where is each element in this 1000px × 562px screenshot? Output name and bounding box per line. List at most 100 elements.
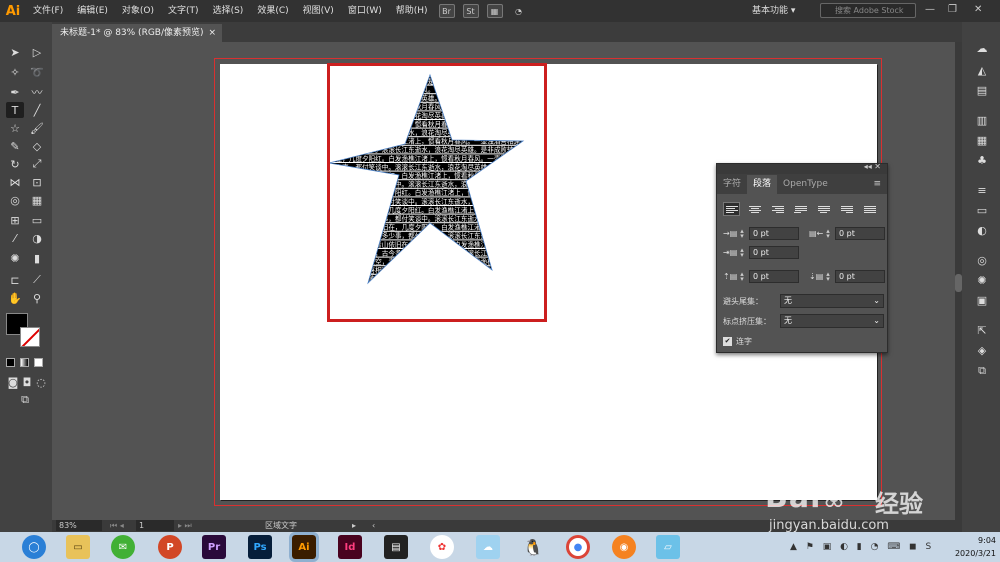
menu-effect[interactable]: 效果(C) (250, 0, 295, 22)
slice-tool-icon[interactable]: ⟋ (28, 272, 46, 288)
stroke-swatch[interactable] (20, 327, 40, 347)
hand-tool-icon[interactable]: ✋ (6, 290, 24, 306)
system-tray-icons[interactable]: ▲ ⚑ ▣ ◐ ▮ ◔ ⌨ ◼ S (790, 542, 934, 552)
screen-mode-icon[interactable]: ⧉ (16, 392, 34, 408)
browser-icon[interactable]: ◉ (612, 535, 636, 559)
type-tool-icon[interactable]: T (6, 102, 24, 118)
close-tab-icon[interactable]: × (208, 24, 216, 42)
eyedropper-tool-icon[interactable]: ⁄ (6, 230, 24, 246)
panel-menu-icon[interactable]: ≡ (867, 175, 887, 194)
powerpoint-icon[interactable]: P (158, 535, 182, 559)
document-tab[interactable]: 未标题-1* @ 83% (RGB/像素预览) × (52, 24, 222, 42)
paintbrush-tool-icon[interactable]: 🖌 (28, 120, 46, 136)
space-before-field[interactable]: 0 pt (749, 270, 799, 283)
eraser-tool-icon[interactable]: ◇ (28, 138, 46, 154)
shape-builder-tool-icon[interactable]: ◎ (6, 192, 24, 208)
arrange-documents-icon[interactable]: ▦ (486, 4, 503, 18)
mesh-tool-icon[interactable]: ⊞ (6, 212, 24, 228)
gradient-tool-icon[interactable]: ▭ (28, 212, 46, 228)
right-indent-spinner[interactable]: ▴ ▾ (824, 227, 832, 239)
justify-right-button[interactable] (838, 202, 855, 216)
align-left-button[interactable] (723, 202, 740, 216)
blend-tool-icon[interactable]: ◑ (28, 230, 46, 246)
chrome-icon[interactable]: ● (566, 535, 590, 559)
minimize-icon[interactable]: — (925, 4, 935, 15)
perspective-grid-tool-icon[interactable]: ▦ (28, 192, 46, 208)
premiere-icon[interactable]: Pr (202, 535, 226, 559)
illustrator-icon[interactable]: Ai (289, 532, 319, 562)
maximize-icon[interactable]: ❐ (948, 4, 957, 15)
left-indent-field[interactable]: 0 pt (749, 227, 799, 240)
next-artboard-icon[interactable]: ▸ ⏭ (178, 520, 192, 532)
status-menu-icon[interactable]: ▸ (352, 520, 356, 532)
color-icon[interactable]: ▥ (974, 114, 990, 128)
menu-file[interactable]: 文件(F) (26, 0, 70, 22)
pen-tool-icon[interactable]: ✒ (6, 84, 24, 100)
menu-help[interactable]: 帮助(H) (389, 0, 435, 22)
line-tool-icon[interactable]: ╱ (28, 102, 46, 118)
indesign-icon[interactable]: Id (338, 535, 362, 559)
stock-search-input[interactable]: 搜索 Adobe Stock (820, 3, 916, 18)
symbols-icon[interactable]: ♣ (974, 154, 990, 168)
stock-button[interactable]: St (462, 4, 479, 18)
libraries-icon[interactable]: ☁ (974, 42, 990, 56)
magic-wand-tool-icon[interactable]: ✧ (6, 64, 24, 80)
bridge-button[interactable]: Br (438, 4, 455, 18)
none-mode-icon[interactable] (34, 358, 43, 367)
export-icon[interactable]: ⇱ (974, 324, 990, 338)
menu-view[interactable]: 视图(V) (296, 0, 341, 22)
photoshop-icon[interactable]: Ps (248, 535, 272, 559)
menu-select[interactable]: 选择(S) (206, 0, 251, 22)
space-after-field[interactable]: 0 pt (835, 270, 885, 283)
notes-app-icon[interactable]: ▱ (656, 535, 680, 559)
space-before-spinner[interactable]: ▴ ▾ (738, 270, 746, 282)
video-editor-icon[interactable]: ▤ (384, 535, 408, 559)
align-right-button[interactable] (769, 202, 786, 216)
system-clock[interactable]: 9:04 2020/3/21 (955, 534, 996, 560)
mojikumi-select[interactable]: 无 ⌄ (780, 314, 884, 328)
artboards-icon[interactable]: ⧉ (974, 364, 990, 378)
tab-opentype[interactable]: OpenType (777, 175, 834, 194)
start-button-icon[interactable]: ◯ (22, 535, 46, 559)
brushes-icon[interactable]: ✺ (974, 274, 990, 288)
draw-inside-icon[interactable]: ◌ (32, 374, 50, 390)
artboard-number-field[interactable]: 1 (136, 520, 174, 531)
right-indent-field[interactable]: 0 pt (835, 227, 885, 240)
cloud-app-icon[interactable]: ☁ (476, 535, 500, 559)
align-center-button[interactable] (746, 202, 763, 216)
menu-edit[interactable]: 编辑(E) (70, 0, 115, 22)
zoom-select[interactable]: 83% (56, 520, 102, 531)
lasso-tool-icon[interactable]: ➰ (28, 64, 46, 80)
selection-tool-icon[interactable]: ➤ (6, 44, 24, 60)
justify-center-button[interactable] (815, 202, 832, 216)
browser-360-icon[interactable]: ✿ (430, 535, 454, 559)
gpu-performance-icon[interactable]: ◔ (511, 4, 527, 18)
gradient-panel-icon[interactable]: ▭ (974, 204, 990, 218)
graphic-styles-icon[interactable]: ▣ (974, 294, 990, 308)
transparency-icon[interactable]: ◐ (974, 224, 990, 238)
first-line-spinner[interactable]: ▴ ▾ (738, 246, 746, 258)
vertical-scrollbar[interactable] (955, 42, 962, 520)
width-tool-icon[interactable]: ⋈ (6, 174, 24, 190)
justify-all-button[interactable] (861, 202, 878, 216)
menu-type[interactable]: 文字(T) (161, 0, 206, 22)
file-explorer-icon[interactable]: ▭ (66, 535, 90, 559)
menu-object[interactable]: 对象(O) (115, 0, 161, 22)
stroke-icon[interactable]: ≡ (974, 184, 990, 198)
space-after-spinner[interactable]: ▴ ▾ (824, 270, 832, 282)
scale-tool-icon[interactable]: ⤢ (28, 156, 46, 172)
first-artboard-icon[interactable]: ⏮ ◂ (110, 520, 124, 532)
star-tool-icon[interactable]: ☆ (6, 120, 24, 136)
workspace-switcher[interactable]: 基本功能 ▾ (752, 3, 795, 16)
tab-character[interactable]: 字符 (717, 175, 747, 194)
kinsoku-select[interactable]: 无 ⌄ (780, 294, 884, 308)
panel-header[interactable]: ◂◂ ✕ (717, 162, 887, 174)
direct-selection-tool-icon[interactable]: ▷ (28, 44, 46, 60)
collapse-panel-icon[interactable]: ◂◂ ✕ (864, 162, 881, 171)
zoom-tool-icon[interactable]: ⚲ (28, 290, 46, 306)
qq-icon[interactable]: 🐧 (521, 535, 545, 559)
shaper-tool-icon[interactable]: ✎ (6, 138, 24, 154)
gradient-mode-icon[interactable] (20, 358, 29, 367)
layers-icon[interactable]: ▤ (974, 84, 990, 98)
scroll-left-icon[interactable]: ‹ (372, 520, 375, 532)
